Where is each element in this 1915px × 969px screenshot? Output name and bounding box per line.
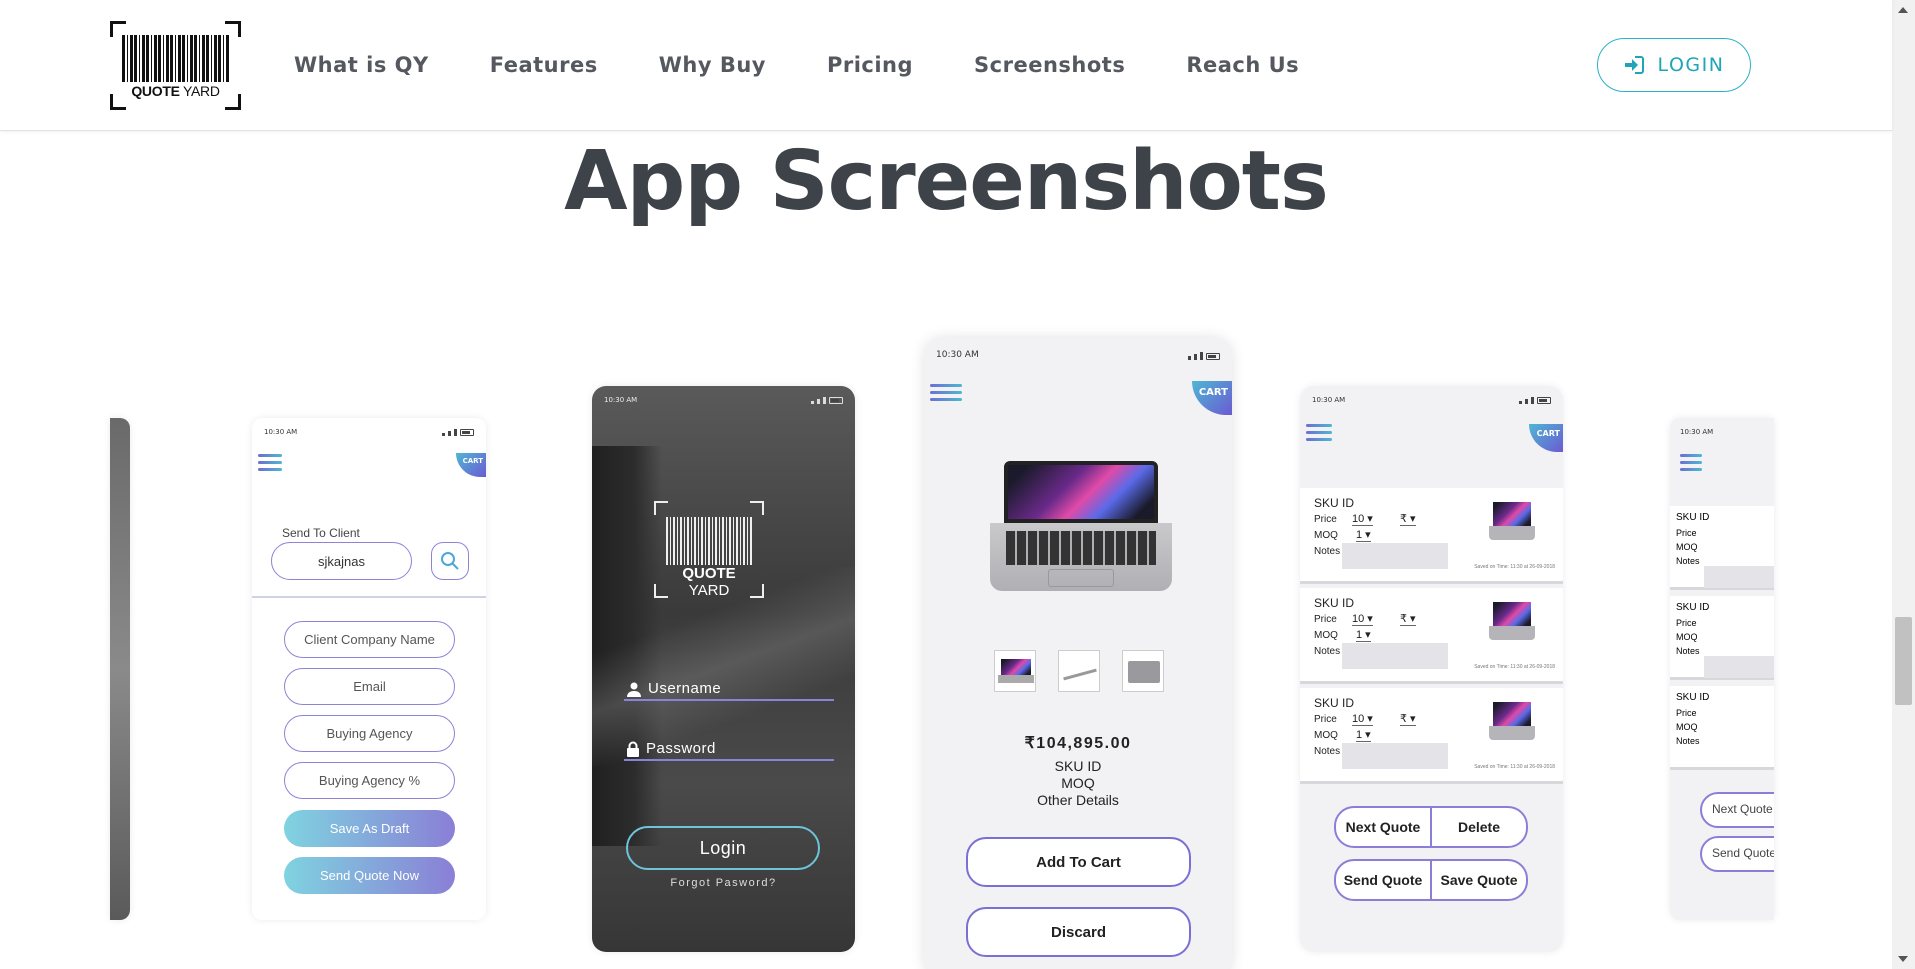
menu-icon[interactable] [258, 454, 282, 472]
moq-select[interactable]: 1 ▾ [1356, 628, 1371, 642]
page-title: App Screenshots [564, 134, 1329, 229]
client-company-field[interactable]: Client Company Name [284, 621, 455, 658]
lock-icon [627, 741, 639, 757]
forgot-password-link[interactable]: Forgot Pasword? [592, 877, 855, 889]
product-moq: MOQ [1061, 775, 1095, 791]
quote-item[interactable]: SKU ID Price MOQ Notes 10 ▾ ₹ ▾ 1 ▾ Save… [1300, 488, 1563, 584]
delete-button[interactable]: Delete [1432, 808, 1526, 846]
login-label: LOGIN [1657, 54, 1725, 76]
send-quote-now-button[interactable]: Send Quote Now [284, 857, 455, 894]
main-nav: What is QY Features Why Buy Pricing Scre… [294, 48, 1299, 82]
buying-agency-percent-field[interactable]: Buying Agency % [284, 762, 455, 799]
search-button[interactable] [431, 542, 469, 580]
next-quote-button[interactable]: Next Quote [1700, 792, 1774, 828]
thumbnail-2[interactable] [1058, 650, 1100, 692]
status-bar: 10:30 AM [604, 396, 843, 404]
menu-icon [1680, 454, 1702, 472]
next-quote-button[interactable]: Next Quote [1336, 808, 1432, 846]
quote-yard-logo[interactable]: QUOTE YARD [110, 21, 241, 110]
nav-item-why-buy[interactable]: Why Buy [659, 48, 766, 82]
menu-icon[interactable] [1306, 424, 1332, 442]
notes-field[interactable] [1342, 543, 1448, 569]
password-field[interactable]: Password [624, 739, 834, 761]
price-select[interactable]: 10 ▾ [1352, 612, 1373, 626]
cart-badge[interactable]: CART [1192, 381, 1232, 415]
screenshot-quote-list: 10:30 AM CART SKU ID Price MOQ Notes 10 … [1300, 386, 1563, 952]
scrollbar-thumb[interactable] [1895, 617, 1912, 705]
product-thumbnail [1489, 498, 1535, 544]
barcode-icon [122, 35, 229, 85]
currency-select[interactable]: ₹ ▾ [1400, 512, 1416, 526]
login-submit-button[interactable]: Login [626, 826, 820, 870]
discard-button[interactable]: Discard [966, 907, 1191, 957]
page-scrollbar[interactable] [1892, 0, 1915, 969]
cart-badge[interactable]: CART [1529, 424, 1563, 452]
moq-select[interactable]: 1 ▾ [1356, 528, 1371, 542]
scroll-up-icon[interactable] [1898, 7, 1908, 13]
username-field[interactable]: Username [624, 679, 834, 701]
next-delete-group: Next Quote Delete [1334, 806, 1528, 848]
thumbnail-1[interactable] [994, 650, 1036, 692]
divider [252, 596, 486, 598]
logo-wordmark: QUOTE YARD [120, 82, 231, 100]
product-image [990, 461, 1172, 591]
scroll-down-icon[interactable] [1898, 956, 1908, 962]
notes-field[interactable] [1342, 643, 1448, 669]
screenshot-partial-right: 10:30 AM SKU ID Price MOQ Notes SKU ID P… [1670, 418, 1774, 920]
quote-item[interactable]: SKU ID Price MOQ Notes 10 ▾ ₹ ▾ 1 ▾ Save… [1300, 688, 1563, 784]
barcode-icon [666, 517, 752, 565]
buying-agency-field[interactable]: Buying Agency [284, 715, 455, 752]
price-select[interactable]: 10 ▾ [1352, 512, 1373, 526]
page: QUOTE YARD What is QY Features Why Buy P… [0, 0, 1915, 969]
product-thumbnail [1489, 598, 1535, 644]
screenshot-product-detail: 10:30 AM CART ₹104,895.00 SKU ID MOQ Oth… [924, 338, 1232, 969]
notes-field[interactable] [1342, 743, 1448, 769]
screenshot-partial-left [110, 418, 130, 920]
menu-icon[interactable] [930, 384, 962, 402]
currency-select[interactable]: ₹ ▾ [1400, 612, 1416, 626]
product-sku: SKU ID [1054, 758, 1102, 774]
quote-yard-logo: QUOTE YARD [654, 501, 764, 599]
send-to-client-label: Send To Client [282, 526, 360, 540]
screenshot-login: 10:30 AM QUOTE YARD Username Password Lo… [592, 386, 855, 952]
nav-item-reach-us[interactable]: Reach Us [1186, 48, 1299, 82]
search-icon [441, 552, 459, 570]
nav-item-pricing[interactable]: Pricing [827, 48, 913, 82]
email-field[interactable]: Email [284, 668, 455, 705]
cart-badge[interactable]: CART [456, 453, 486, 477]
product-price: ₹104,895.00 [1024, 735, 1132, 752]
product-other-details: Other Details [1037, 792, 1119, 808]
quote-item[interactable]: SKU ID Price MOQ Notes 10 ▾ ₹ ▾ 1 ▾ Save… [1300, 588, 1563, 684]
product-thumbnail [1489, 698, 1535, 744]
status-bar: 10:30 AM [264, 428, 474, 436]
currency-select[interactable]: ₹ ▾ [1400, 712, 1416, 726]
sign-in-icon [1624, 56, 1644, 74]
add-to-cart-button[interactable]: Add To Cart [966, 837, 1191, 887]
send-save-group: Send Quote Save Quote [1334, 859, 1528, 901]
save-as-draft-button[interactable]: Save As Draft [284, 810, 455, 847]
nav-item-what-is-qy[interactable]: What is QY [294, 48, 429, 82]
user-icon [627, 682, 641, 697]
site-header: QUOTE YARD What is QY Features Why Buy P… [0, 0, 1892, 131]
status-bar: 10:30 AM [1312, 396, 1551, 404]
send-quote-button[interactable]: Send Quote [1700, 836, 1774, 872]
screenshot-send-to-client: 10:30 AM CART Send To Client sjkajnas Cl… [252, 418, 486, 920]
status-bar: 10:30 AM [936, 350, 1220, 360]
send-quote-button[interactable]: Send Quote [1336, 861, 1432, 899]
nav-item-screenshots[interactable]: Screenshots [974, 48, 1125, 82]
thumbnail-3[interactable] [1122, 650, 1164, 692]
login-button[interactable]: LOGIN [1597, 38, 1751, 92]
save-quote-button[interactable]: Save Quote [1432, 861, 1526, 899]
moq-select[interactable]: 1 ▾ [1356, 728, 1371, 742]
client-input[interactable]: sjkajnas [271, 542, 412, 580]
nav-item-features[interactable]: Features [490, 48, 598, 82]
price-select[interactable]: 10 ▾ [1352, 712, 1373, 726]
